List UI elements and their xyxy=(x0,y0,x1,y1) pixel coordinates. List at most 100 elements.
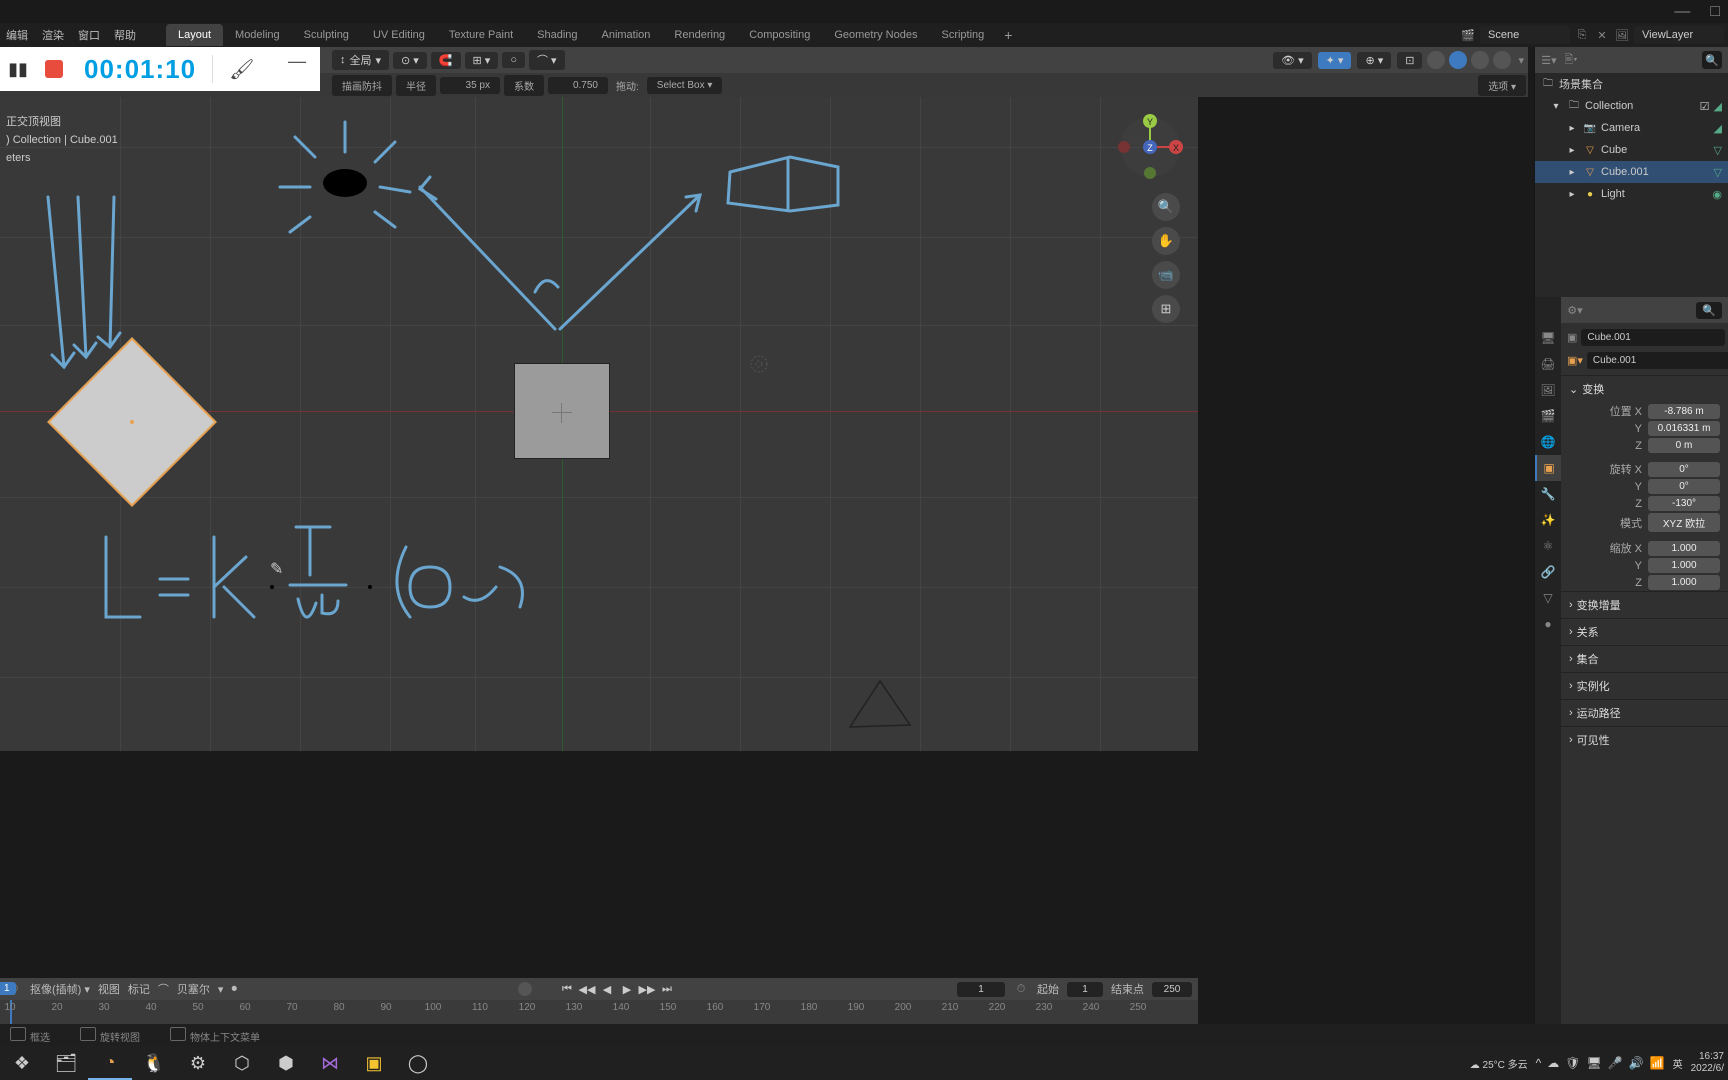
drag-dropdown[interactable]: Select Box ▾ xyxy=(647,77,723,94)
cube-001-object[interactable] xyxy=(47,337,217,507)
location-x-input[interactable]: -8.786 m xyxy=(1648,404,1720,419)
prop-tab-render[interactable]: 🖥 xyxy=(1535,325,1561,351)
timeline-menu-view[interactable]: 视图 xyxy=(98,981,120,997)
strength-input[interactable]: 0.750 xyxy=(548,77,608,94)
shading-dropdown[interactable]: ▾ xyxy=(1514,54,1528,67)
jump-start-button[interactable]: ⏮ xyxy=(558,983,576,996)
prop-tab-viewlayer[interactable]: 🖼 xyxy=(1535,377,1561,403)
tab-sculpting[interactable]: Sculpting xyxy=(292,24,361,46)
collections-panel-header[interactable]: › 集合 xyxy=(1561,646,1728,672)
outliner-search[interactable]: 🔍 xyxy=(1702,51,1722,69)
jump-end-button[interactable]: ⏭ xyxy=(658,983,676,996)
prop-tab-constraints[interactable]: 🔗 xyxy=(1535,559,1561,585)
shading-rendered[interactable] xyxy=(1493,51,1511,69)
timeline-ruler[interactable]: 1020304050607080901001101201301401501601… xyxy=(0,1000,1198,1024)
tab-texture-paint[interactable]: Texture Paint xyxy=(437,24,525,46)
light-object[interactable] xyxy=(744,349,774,379)
tab-animation[interactable]: Animation xyxy=(590,24,663,46)
instancing-panel-header[interactable]: › 实例化 xyxy=(1561,673,1728,699)
menu-help[interactable]: 帮助 xyxy=(114,27,136,43)
viewlayer-browse-icon[interactable]: 🖼 xyxy=(1614,27,1630,43)
menu-render[interactable]: 渲染 xyxy=(42,27,64,43)
transform-panel-header[interactable]: ⌄ 变换 xyxy=(1561,376,1728,402)
outliner-mode-icon[interactable]: ☰▾ xyxy=(1541,52,1557,68)
rotation-x-input[interactable]: 0° xyxy=(1648,462,1720,477)
prop-tab-particles[interactable]: ✨ xyxy=(1535,507,1561,533)
maximize-button[interactable]: □ xyxy=(1710,3,1720,21)
weather-widget[interactable]: ☁ 25°C 多云 xyxy=(1470,1056,1528,1071)
tab-layout[interactable]: Layout xyxy=(166,24,223,46)
camera-object[interactable] xyxy=(840,677,920,737)
props-options-icon[interactable]: ⚙▾ xyxy=(1567,302,1583,318)
prev-key-button[interactable]: ◀◀ xyxy=(578,983,596,996)
scene-new-icon[interactable]: ⎘ xyxy=(1574,27,1590,43)
prop-tab-physics[interactable]: ⚛ xyxy=(1535,533,1561,559)
pivot-dropdown[interactable]: ⊙ ▾ xyxy=(393,52,427,69)
shading-material[interactable] xyxy=(1471,51,1489,69)
nav-gizmo[interactable]: Y X Z xyxy=(1116,113,1184,181)
auto-key-button[interactable] xyxy=(518,982,532,996)
start-button[interactable]: ❖ xyxy=(0,1046,44,1080)
tab-shading[interactable]: Shading xyxy=(525,24,589,46)
location-y-input[interactable]: 0.016331 m xyxy=(1648,421,1720,436)
pan-button[interactable]: ✋ xyxy=(1152,227,1180,255)
minimize-button[interactable]: — xyxy=(1674,3,1690,21)
gizmo-toggle[interactable]: ✦ ▾ xyxy=(1318,52,1352,69)
rotation-mode-dropdown[interactable]: XYZ 欧拉 xyxy=(1648,513,1720,532)
timeline-menu-marker[interactable]: 标记 xyxy=(128,981,150,997)
motion-panel-header[interactable]: › 运动路径 xyxy=(1561,700,1728,726)
clock-widget[interactable]: 16:372022/6/ xyxy=(1691,1051,1724,1075)
explorer-icon[interactable]: 🗂 xyxy=(44,1046,88,1080)
recorder-minimize[interactable]: — xyxy=(288,51,306,72)
cube-row[interactable]: ▸▽ Cube ▽ xyxy=(1535,139,1728,161)
prop-tab-data[interactable]: ▽ xyxy=(1535,585,1561,611)
menu-window[interactable]: 窗口 xyxy=(78,27,100,43)
props-search-input[interactable]: 🔍 xyxy=(1696,302,1722,319)
snap-dropdown[interactable]: ⊞ ▾ xyxy=(465,52,499,69)
shading-wireframe[interactable] xyxy=(1427,51,1445,69)
object-data-icon[interactable]: ▣▾ xyxy=(1567,353,1583,369)
options-dropdown[interactable]: 选项 ▾ xyxy=(1478,75,1526,96)
tab-add[interactable]: + xyxy=(996,24,1020,46)
xray-toggle[interactable]: ⊡ xyxy=(1397,52,1422,69)
scene-delete-icon[interactable]: ✕ xyxy=(1594,27,1610,43)
keying-dropdown[interactable]: 抠像(插帧) ▾ xyxy=(30,981,90,997)
visibility-panel-header[interactable]: › 可见性 xyxy=(1561,727,1728,753)
brush-tool-icon[interactable]: 🖌 xyxy=(229,57,254,82)
current-frame-input[interactable] xyxy=(957,982,1005,997)
cube-001-row[interactable]: ▸▽ Cube.001 ▽ xyxy=(1535,161,1728,183)
app-icon-1[interactable]: ⬢ xyxy=(264,1046,308,1080)
perspective-toggle[interactable]: ⊞ xyxy=(1152,295,1180,323)
tab-compositing[interactable]: Compositing xyxy=(737,24,822,46)
next-key-button[interactable]: ▶▶ xyxy=(638,983,656,996)
shading-solid[interactable] xyxy=(1449,51,1467,69)
proportional-dropdown[interactable]: ⌒ ▾ xyxy=(529,50,565,70)
prop-tab-output[interactable]: 🖨 xyxy=(1535,351,1561,377)
tab-geometry-nodes[interactable]: Geometry Nodes xyxy=(822,24,929,46)
location-z-input[interactable]: 0 m xyxy=(1648,438,1720,453)
auto-key-toggle[interactable]: ⏺ xyxy=(231,983,237,996)
delta-panel-header[interactable]: › 变换增量 xyxy=(1561,592,1728,618)
stop-button[interactable] xyxy=(36,51,72,87)
relations-panel-header[interactable]: › 关系 xyxy=(1561,619,1728,645)
interp-dropdown[interactable]: 贝塞尔 xyxy=(177,981,210,997)
prop-tab-world[interactable]: 🌐 xyxy=(1535,429,1561,455)
prop-tab-modifiers[interactable]: 🔧 xyxy=(1535,481,1561,507)
visibility-dropdown[interactable]: 👁 ▾ xyxy=(1273,52,1312,69)
ime-indicator[interactable]: 英 xyxy=(1673,1056,1683,1071)
tab-modeling[interactable]: Modeling xyxy=(223,24,292,46)
zoom-button[interactable]: 🔍 xyxy=(1152,193,1180,221)
radius-input[interactable]: 35 px xyxy=(440,77,500,94)
menu-edit[interactable]: 编辑 xyxy=(6,27,28,43)
qq-icon[interactable]: 🐧 xyxy=(132,1046,176,1080)
rotation-z-input[interactable]: -130° xyxy=(1648,496,1720,511)
prop-tab-material[interactable]: ● xyxy=(1535,611,1561,637)
app-icon-2[interactable]: ▣ xyxy=(352,1046,396,1080)
tab-rendering[interactable]: Rendering xyxy=(662,24,737,46)
outliner-display-icon[interactable]: 🖹▾ xyxy=(1563,52,1579,68)
steam-icon[interactable]: ⚙ xyxy=(176,1046,220,1080)
rotation-y-input[interactable]: 0° xyxy=(1648,479,1720,494)
snap-toggle[interactable]: 🧲 xyxy=(431,52,461,69)
collection-row[interactable]: ▾🗀 Collection ☑◢ xyxy=(1535,95,1728,117)
blender-icon[interactable]: ◔ xyxy=(88,1046,132,1080)
